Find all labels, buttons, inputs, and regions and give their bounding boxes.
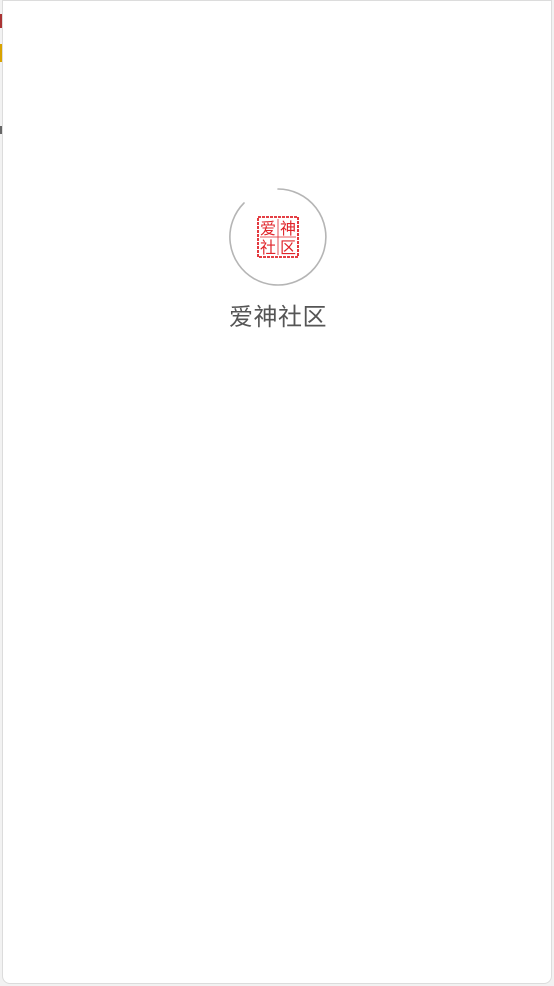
- left-edge-marker: [0, 44, 2, 62]
- left-edge-marker: [0, 126, 2, 134]
- app-title: 爱神社区: [229, 303, 327, 331]
- seal-char-1: 爱: [260, 219, 276, 238]
- seal-logo-icon: 爱 神 社 区: [257, 216, 299, 258]
- seal-char-4: 区: [280, 238, 296, 257]
- splash-screen: 爱 神 社 区 爱神社区: [2, 0, 552, 984]
- left-edge-marker: [0, 14, 2, 28]
- loading-indicator: 爱 神 社 区: [228, 187, 328, 287]
- seal-char-2: 神: [280, 219, 296, 238]
- seal-char-3: 社: [260, 238, 276, 257]
